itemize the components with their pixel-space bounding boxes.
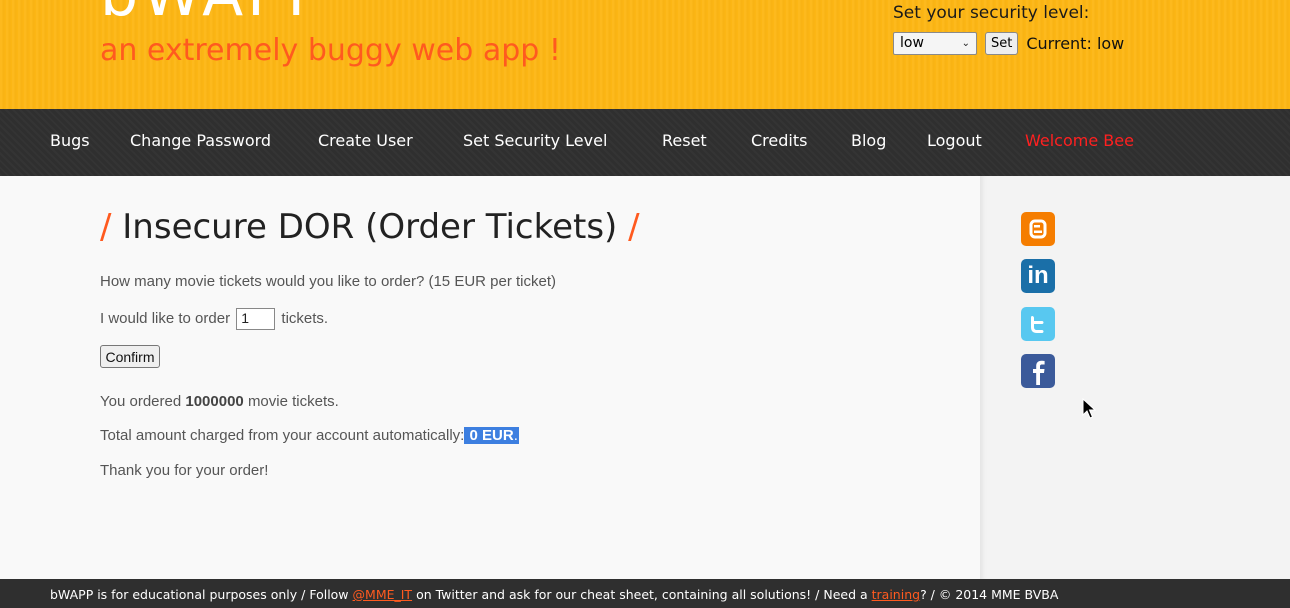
menu-item-blog[interactable]: Blog bbox=[851, 131, 886, 150]
total-amount: Total amount charged from your account a… bbox=[100, 427, 519, 444]
security-level-selected: low bbox=[900, 35, 924, 51]
facebook-glyph bbox=[1033, 360, 1045, 385]
menu-item-create-user[interactable]: Create User bbox=[318, 131, 413, 150]
order-result: You ordered 1000000 movie tickets. bbox=[100, 393, 339, 410]
app-logo[interactable]: bWAPP bbox=[100, 0, 328, 30]
blogger-icon[interactable] bbox=[1021, 212, 1055, 246]
result-count: 1000000 bbox=[185, 393, 244, 410]
footer-bar: bWAPP is for educational purposes only /… bbox=[0, 579, 1290, 608]
blogger-glyph bbox=[1029, 219, 1047, 239]
current-label: Current: bbox=[1026, 33, 1092, 53]
facebook-icon[interactable] bbox=[1021, 354, 1055, 388]
menu-item-bugs[interactable]: Bugs bbox=[50, 131, 90, 150]
total-prefix: Total amount charged from your account a… bbox=[100, 427, 465, 444]
order-prefix: I would like to order bbox=[100, 309, 231, 327]
twitter-icon[interactable] bbox=[1021, 307, 1055, 341]
ticket-quantity-input[interactable]: 1 bbox=[236, 308, 276, 330]
footer-text: bWAPP is for educational purposes only /… bbox=[50, 587, 1058, 602]
title-slash-left: / bbox=[100, 207, 112, 247]
thank-you-message: Thank you for your order! bbox=[100, 462, 269, 479]
ticket-question: How many movie tickets would you like to… bbox=[100, 273, 557, 290]
result-prefix: You ordered bbox=[100, 393, 182, 410]
menu-item-reset[interactable]: Reset bbox=[662, 131, 707, 150]
app-tagline: an extremely buggy web app ! bbox=[100, 33, 561, 68]
training-link[interactable]: training bbox=[872, 587, 920, 602]
main-menu: Bugs Change Password Create User Set Sec… bbox=[0, 109, 1290, 176]
total-dot: . bbox=[513, 427, 518, 444]
current-security-level: Current: low bbox=[1026, 34, 1124, 53]
footer-part3: ? / © 2014 MME BVBA bbox=[920, 587, 1059, 602]
result-suffix: movie tickets. bbox=[247, 393, 339, 410]
welcome-user-link[interactable]: Welcome Bee bbox=[1025, 131, 1134, 150]
chevron-down-icon: ⌄ bbox=[961, 37, 970, 49]
current-value: low bbox=[1096, 33, 1125, 53]
menu-item-set-security-level[interactable]: Set Security Level bbox=[463, 131, 607, 150]
page-title: / Insecure DOR (Order Tickets) / bbox=[100, 207, 640, 247]
order-suffix: tickets. bbox=[281, 309, 329, 327]
set-security-button[interactable]: Set bbox=[985, 31, 1019, 55]
menu-item-change-password[interactable]: Change Password bbox=[130, 131, 271, 150]
total-value: 0 EUR. bbox=[464, 427, 519, 444]
title-slash-right: / bbox=[628, 207, 640, 247]
security-level-select[interactable]: low ⌄ bbox=[893, 31, 977, 55]
confirm-button[interactable]: Confirm bbox=[100, 345, 160, 368]
header-bar: bWAPP an extremely buggy web app ! Set y… bbox=[0, 0, 1290, 109]
total-value-text: 0 EUR bbox=[465, 427, 514, 444]
linkedin-icon[interactable]: in bbox=[1021, 259, 1055, 293]
menu-item-credits[interactable]: Credits bbox=[751, 131, 807, 150]
security-level-row: low ⌄ Set Current: low bbox=[893, 31, 1193, 55]
footer-part1: bWAPP is for educational purposes only /… bbox=[50, 587, 349, 602]
menu-item-logout[interactable]: Logout bbox=[927, 131, 982, 150]
order-row: I would like to order 1 tickets. bbox=[100, 308, 328, 330]
twitter-handle-link[interactable]: @MME_IT bbox=[353, 587, 413, 602]
security-level-panel: Set your security level: low ⌄ Set Curre… bbox=[893, 3, 1193, 55]
footer-part2: on Twitter and ask for our cheat sheet, … bbox=[416, 587, 868, 602]
security-level-title: Set your security level: bbox=[893, 3, 1090, 23]
page-title-text: Insecure DOR (Order Tickets) bbox=[122, 207, 618, 247]
twitter-glyph bbox=[1031, 316, 1044, 333]
mouse-cursor-icon bbox=[1082, 397, 1097, 424]
